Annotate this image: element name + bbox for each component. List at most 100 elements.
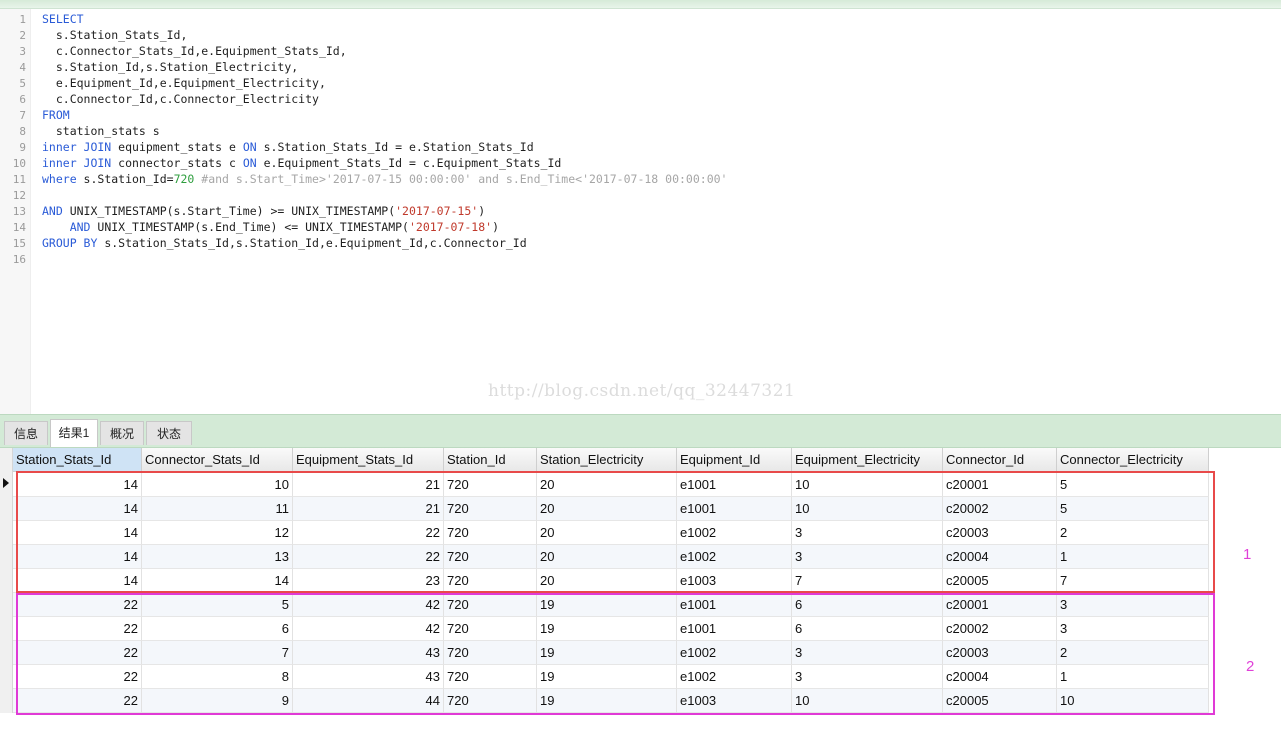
code-text: s.Station_Id,s.Station_Electricity, bbox=[42, 59, 298, 75]
sql-keyword: ON bbox=[242, 156, 257, 170]
line-number: 5 bbox=[19, 77, 26, 90]
code-text: SELECT bbox=[42, 11, 84, 27]
sql-comment: #and s.Start_Time>'2017-07-15 00:00:00' … bbox=[194, 172, 728, 186]
code-line[interactable]: 5 e.Equipment_Id,e.Equipment_Electricity… bbox=[0, 75, 326, 91]
code-line[interactable]: 3 c.Connector_Stats_Id,e.Equipment_Stats… bbox=[0, 43, 346, 59]
code-line[interactable]: 11 where s.Station_Id=720 #and s.Start_Ti… bbox=[0, 171, 728, 187]
code-text: inner JOIN equipment_stats e ON s.Statio… bbox=[42, 139, 534, 155]
code-line[interactable]: 13 AND UNIX_TIMESTAMP(s.Start_Time) >= UN… bbox=[0, 203, 485, 219]
sql-token: s.Station_Stats_Id, bbox=[42, 28, 188, 42]
sql-token: ) bbox=[492, 220, 500, 234]
code-text: FROM bbox=[42, 107, 70, 123]
column-header[interactable]: Equipment_Id bbox=[677, 448, 792, 472]
group-1-label: 1 bbox=[1243, 546, 1252, 563]
column-header[interactable]: Station_Id bbox=[444, 448, 537, 472]
editor-top-bar bbox=[0, 0, 1281, 9]
sql-keyword: GROUP BY bbox=[42, 236, 98, 250]
code-text: AND UNIX_TIMESTAMP(s.End_Time) <= UNIX_T… bbox=[42, 219, 499, 235]
sql-number: 720 bbox=[173, 172, 195, 186]
sql-keyword: where bbox=[42, 172, 77, 186]
sql-keyword: AND bbox=[69, 220, 91, 234]
code-line[interactable]: 10 inner JOIN connector_stats c ON e.Equi… bbox=[0, 155, 562, 171]
line-number: 16 bbox=[12, 253, 26, 266]
column-header[interactable]: Station_Electricity bbox=[537, 448, 677, 472]
code-text: where s.Station_Id=720 #and s.Start_Time… bbox=[42, 171, 727, 187]
sql-token: c.Connector_Stats_Id,e.Equipment_Stats_I… bbox=[42, 44, 347, 58]
group-2-highlight-box bbox=[16, 593, 1215, 715]
tab-4[interactable]: 状态 bbox=[146, 421, 192, 445]
code-text: GROUP BY s.Station_Stats_Id,s.Station_Id… bbox=[42, 235, 527, 251]
watermark: http://blog.csdn.net/qq_32447321 bbox=[488, 381, 796, 401]
column-header[interactable]: Equipment_Stats_Id bbox=[293, 448, 444, 472]
sql-keyword: ON bbox=[242, 140, 257, 154]
sql-token: ) bbox=[478, 204, 486, 218]
line-number: 11 bbox=[12, 173, 26, 186]
sql-token: s.Station_Id,s.Station_Electricity, bbox=[42, 60, 299, 74]
sql-keyword: inner JOIN bbox=[42, 156, 112, 170]
sql-string: '2017-07-18' bbox=[408, 220, 493, 234]
code-text: AND UNIX_TIMESTAMP(s.Start_Time) >= UNIX… bbox=[42, 203, 485, 219]
column-header[interactable]: Connector_Id bbox=[943, 448, 1057, 472]
code-line[interactable]: 6 c.Connector_Id,c.Connector_Electricity bbox=[0, 91, 319, 107]
code-text: c.Connector_Stats_Id,e.Equipment_Stats_I… bbox=[42, 43, 347, 59]
sql-editor[interactable]: 1 SELECT 2 s.Station_Stats_Id, 3 c.Connecto… bbox=[0, 9, 1281, 414]
row-indicator-column bbox=[0, 448, 13, 713]
sql-token: UNIX_TIMESTAMP(s.Start_Time) >= UNIX_TIM… bbox=[62, 204, 396, 218]
sql-token: s.Station_Stats_Id,s.Station_Id,e.Equipm… bbox=[97, 236, 527, 250]
line-number: 6 bbox=[19, 93, 26, 106]
result-tabs: 信息 结果1 概况 状态 bbox=[0, 414, 1281, 448]
code-line[interactable]: 7 FROM bbox=[0, 107, 69, 123]
code-line[interactable]: 15 GROUP BY s.Station_Stats_Id,s.Station_… bbox=[0, 235, 527, 251]
code-line[interactable]: 9 inner JOIN equipment_stats e ON s.Stati… bbox=[0, 139, 533, 155]
code-line[interactable]: 12 bbox=[0, 187, 26, 203]
line-number: 15 bbox=[12, 237, 26, 250]
sql-token: connector_stats c bbox=[111, 156, 243, 170]
code-text: s.Station_Stats_Id, bbox=[42, 27, 188, 43]
line-number: 3 bbox=[19, 45, 26, 58]
sql-keyword: inner JOIN bbox=[42, 140, 112, 154]
group-1-highlight-box bbox=[16, 471, 1215, 593]
line-number: 14 bbox=[12, 221, 26, 234]
sql-token: e.Equipment_Id,e.Equipment_Electricity, bbox=[42, 76, 326, 90]
line-number: 7 bbox=[19, 109, 26, 122]
code-text: e.Equipment_Id,e.Equipment_Electricity, bbox=[42, 75, 326, 91]
current-row-pointer-icon bbox=[3, 478, 9, 488]
sql-string: '2017-07-15' bbox=[395, 204, 479, 218]
sql-token: s.Station_Stats_Id = e.Station_Stats_Id bbox=[256, 140, 534, 154]
code-line[interactable]: 16 bbox=[0, 251, 26, 267]
tab-3[interactable]: 概况 bbox=[100, 421, 144, 445]
column-header[interactable]: Connector_Electricity bbox=[1057, 448, 1209, 472]
column-header[interactable]: Equipment_Electricity bbox=[792, 448, 943, 472]
code-line[interactable]: 2 s.Station_Stats_Id, bbox=[0, 27, 187, 43]
line-number: 13 bbox=[12, 205, 26, 218]
line-number: 9 bbox=[19, 141, 26, 154]
line-number: 10 bbox=[12, 157, 26, 170]
line-number: 2 bbox=[19, 29, 26, 42]
sql-token: s.Station_Id= bbox=[76, 172, 174, 186]
code-text: c.Connector_Id,c.Connector_Electricity bbox=[42, 91, 319, 107]
code-line[interactable]: 8 station_stats s bbox=[0, 123, 159, 139]
line-number: 12 bbox=[12, 189, 26, 202]
sql-token: e.Equipment_Stats_Id = c.Equipment_Stats… bbox=[256, 156, 562, 170]
code-line[interactable]: 14 AND UNIX_TIMESTAMP(s.End_Time) <= UNI… bbox=[0, 219, 499, 235]
column-header[interactable]: Connector_Stats_Id bbox=[142, 448, 293, 472]
code-line[interactable]: 1 SELECT bbox=[0, 11, 83, 27]
sql-token: UNIX_TIMESTAMP(s.End_Time) <= UNIX_TIMES… bbox=[90, 220, 409, 234]
sql-token: c.Connector_Id,c.Connector_Electricity bbox=[42, 92, 319, 106]
sql-keyword: SELECT bbox=[42, 12, 84, 26]
code-text: inner JOIN connector_stats c ON e.Equipm… bbox=[42, 155, 561, 171]
code-line[interactable]: 4 s.Station_Id,s.Station_Electricity, bbox=[0, 59, 298, 75]
group-2-label: 2 bbox=[1246, 658, 1255, 675]
sql-keyword: FROM bbox=[42, 108, 70, 122]
sql-keyword: AND bbox=[42, 204, 63, 218]
tab-2[interactable]: 结果1 bbox=[50, 419, 98, 447]
line-number: 4 bbox=[19, 61, 26, 74]
line-number: 8 bbox=[19, 125, 26, 138]
column-header[interactable]: Station_Stats_Id bbox=[13, 448, 142, 472]
sql-token: equipment_stats e bbox=[111, 140, 243, 154]
line-number: 1 bbox=[19, 13, 26, 26]
code-text: station_stats s bbox=[42, 123, 160, 139]
tab-1[interactable]: 信息 bbox=[4, 421, 48, 445]
sql-token: station_stats s bbox=[42, 124, 160, 138]
